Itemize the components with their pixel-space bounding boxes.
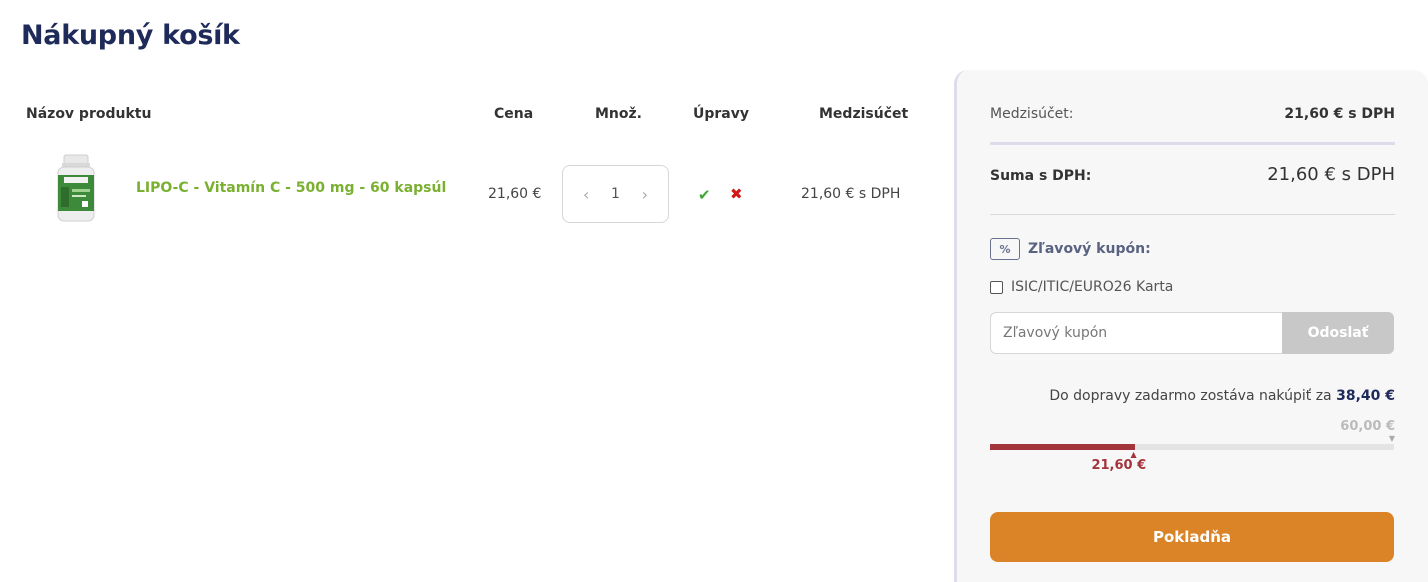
summary-subtotal-label: Medzisúčet:: [990, 106, 1074, 122]
summary-divider-light: [990, 214, 1395, 215]
close-icon[interactable]: ✖: [730, 185, 743, 203]
checkout-button[interactable]: Pokladňa: [990, 512, 1394, 562]
shipping-progress-bar: [990, 444, 1394, 450]
caret-down-icon: ▼: [1388, 434, 1395, 443]
column-header-quantity: Množ.: [595, 106, 642, 122]
coupon-heading: % Zľavový kupón:: [990, 238, 1151, 260]
column-header-name: Názov produktu: [26, 106, 152, 122]
summary-total-value: 21,60 € s DPH: [1267, 164, 1395, 185]
coupon-percent-icon: %: [990, 238, 1020, 260]
checkmark-icon[interactable]: ✔: [698, 186, 711, 204]
free-shipping-remaining: 38,40 €: [1336, 388, 1395, 404]
product-bottle-icon[interactable]: [52, 153, 100, 225]
shipping-progress-current: 21,60 €: [1091, 458, 1147, 473]
summary-total-label: Suma s DPH:: [990, 168, 1092, 184]
summary-subtotal-row: Medzisúčet: 21,60 € s DPH: [990, 106, 1395, 122]
quantity-stepper: ‹ 1 ›: [562, 165, 669, 223]
chevron-left-icon[interactable]: ‹: [583, 185, 589, 204]
free-shipping-text: Do dopravy zadarmo zostáva nakúpiť za 38…: [1049, 388, 1395, 404]
product-name-link[interactable]: LIPO-C - Vitamín C - 500 mg - 60 kapsúl: [136, 180, 446, 196]
isic-card-option[interactable]: ISIC/ITIC/EURO26 Karta: [990, 279, 1173, 295]
product-price: 21,60 €: [488, 186, 542, 202]
summary-total-row: Suma s DPH: 21,60 € s DPH: [990, 164, 1395, 185]
column-header-price: Cena: [494, 106, 534, 122]
coupon-title: Zľavový kupón:: [1028, 241, 1151, 257]
row-subtotal: 21,60 € s DPH: [801, 186, 901, 202]
column-header-subtotal: Medzisúčet: [819, 106, 909, 122]
cart-summary-panel: Medzisúčet: 21,60 € s DPH Suma s DPH: 21…: [954, 70, 1428, 582]
quantity-value[interactable]: 1: [611, 186, 620, 202]
free-shipping-label: Do dopravy zadarmo zostáva nakúpiť za: [1049, 388, 1332, 404]
shipping-progress-fill: [990, 444, 1136, 450]
shipping-progress-max: 60,00 €: [1340, 419, 1395, 434]
chevron-right-icon[interactable]: ›: [642, 185, 648, 204]
coupon-form: Odoslať: [990, 312, 1394, 354]
isic-checkbox[interactable]: [990, 280, 1003, 294]
summary-subtotal-value: 21,60 € s DPH: [1284, 106, 1395, 122]
page-title: Nákupný košík: [21, 20, 240, 51]
coupon-submit-button[interactable]: Odoslať: [1282, 312, 1394, 354]
column-header-edit: Úpravy: [693, 106, 749, 122]
coupon-input[interactable]: [990, 312, 1282, 354]
isic-label: ISIC/ITIC/EURO26 Karta: [1011, 279, 1174, 295]
summary-divider: [990, 142, 1395, 145]
